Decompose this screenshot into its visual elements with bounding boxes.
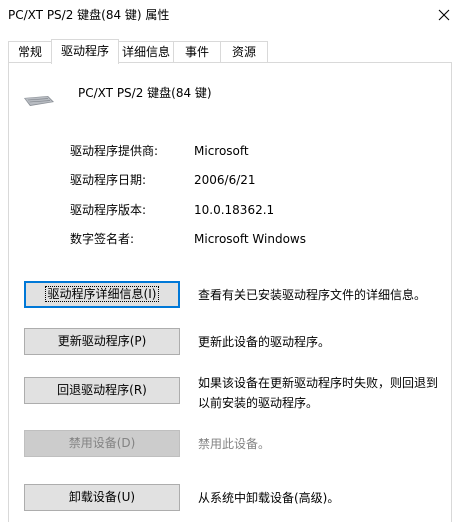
close-button[interactable] — [428, 0, 460, 30]
roll-back-driver-button[interactable]: 回退驱动程序(R) — [24, 377, 180, 404]
tab-label: 详细信息 — [121, 45, 170, 59]
window-title: PC/XT PS/2 键盘(84 键) 属性 — [8, 8, 170, 22]
button-label: 更新驱动程序(P) — [57, 334, 147, 348]
driver-provider-value: Microsoft — [194, 144, 249, 158]
button-label: 回退驱动程序(R) — [57, 383, 147, 397]
driver-provider-label: 驱动程序提供商: — [70, 144, 159, 158]
driver-details-button[interactable]: 驱动程序详细信息(I) — [24, 281, 180, 308]
digital-signer-value: Microsoft Windows — [194, 232, 306, 246]
button-label: 卸载设备(U) — [68, 490, 136, 504]
tab-label: 资源 — [231, 45, 256, 59]
disable-device-description: 禁用此设备。 — [198, 437, 271, 451]
tab-label: 驱动程序 — [60, 44, 109, 58]
update-driver-description: 更新此设备的驱动程序。 — [198, 335, 331, 349]
close-icon — [438, 9, 450, 21]
driver-date-value: 2006/6/21 — [194, 173, 256, 187]
keyboard-icon — [24, 96, 54, 106]
tab-strip: 常规 驱动程序 详细信息 事件 资源 — [8, 39, 452, 64]
button-label: 驱动程序详细信息(I) — [44, 286, 160, 302]
driver-version-value: 10.0.18362.1 — [194, 203, 275, 217]
tab-driver[interactable]: 驱动程序 — [51, 39, 119, 64]
uninstall-device-description: 从系统中卸载设备(高级)。 — [198, 491, 340, 505]
driver-details-description: 查看有关已安装驱动程序文件的详细信息。 — [198, 288, 427, 302]
tab-events[interactable]: 事件 — [173, 41, 221, 63]
roll-back-driver-description: 如果该设备在更新驱动程序时失败，则回退到以前安装的驱动程序。 — [198, 376, 439, 410]
tab-label: 事件 — [184, 45, 209, 59]
disable-device-button[interactable]: 禁用设备(D) — [24, 430, 180, 457]
tab-resources[interactable]: 资源 — [220, 41, 268, 63]
driver-version-label: 驱动程序版本: — [70, 203, 147, 217]
title-bar: PC/XT PS/2 键盘(84 键) 属性 — [0, 0, 460, 32]
driver-date-label: 驱动程序日期: — [70, 173, 147, 187]
button-label: 禁用设备(D) — [68, 436, 136, 450]
uninstall-device-button[interactable]: 卸载设备(U) — [24, 484, 180, 511]
tab-label: 常规 — [17, 45, 42, 59]
tab-details[interactable]: 详细信息 — [118, 41, 174, 63]
device-name: PC/XT PS/2 键盘(84 键) — [78, 86, 212, 100]
digital-signer-label: 数字签名者: — [70, 232, 135, 246]
tab-general[interactable]: 常规 — [8, 41, 52, 63]
update-driver-button[interactable]: 更新驱动程序(P) — [24, 328, 180, 355]
